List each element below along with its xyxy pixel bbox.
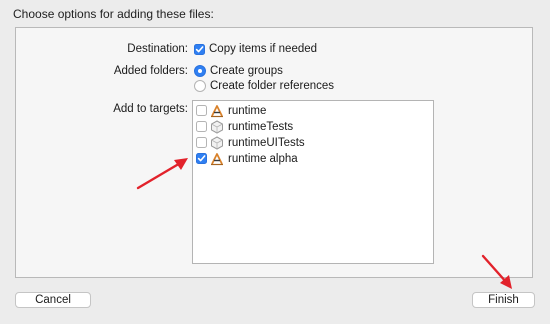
options-panel: Destination: Copy items if needed Added … [15,27,533,278]
create-groups-radio-row[interactable]: Create groups [194,65,283,77]
create-folder-references-radio-row[interactable]: Create folder references [194,80,334,92]
target-checkbox-runtime-alpha[interactable] [196,153,207,164]
target-label-runtime-alpha: runtime alpha [228,152,298,165]
annotation-arrow-icon [136,158,188,190]
destination-label: Destination: [127,43,188,55]
target-item-runtimeuitests[interactable]: runtimeUITests [196,135,305,150]
copy-items-checkbox-row[interactable]: Copy items if needed [194,43,317,55]
target-checkbox-runtimetests[interactable] [196,121,207,132]
target-label-runtime: runtime [228,104,267,117]
added-folders-label: Added folders: [113,65,188,77]
target-item-runtime[interactable]: runtime [196,103,266,118]
copy-items-checkbox[interactable] [194,43,205,55]
dialog-title: Choose options for adding these files: [13,7,214,21]
finish-button[interactable]: Finish [472,292,535,308]
target-checkbox-runtime[interactable] [196,105,207,116]
target-item-runtimetests[interactable]: runtimeTests [196,119,293,134]
create-folder-references-radio[interactable] [194,80,206,92]
test-bundle-icon [210,135,224,150]
targets-list[interactable]: runtime runtimeTests runtimeUITests runt… [192,100,434,264]
create-folder-references-label: Create folder references [210,80,335,92]
test-bundle-icon [210,119,224,134]
annotation-arrow-icon [481,254,512,289]
target-checkbox-runtimeuitests[interactable] [196,137,207,148]
create-groups-radio[interactable] [194,65,206,77]
add-to-targets-label: Add to targets: [113,103,188,115]
cancel-button[interactable]: Cancel [15,292,91,308]
copy-items-label: Copy items if needed [209,43,318,55]
create-groups-label: Create groups [210,65,283,77]
target-label-runtimeuitests: runtimeUITests [228,136,305,149]
app-target-icon [210,152,224,166]
app-target-icon [210,104,224,118]
target-item-runtime-alpha[interactable]: runtime alpha [196,151,298,166]
target-label-runtimetests: runtimeTests [228,120,294,133]
